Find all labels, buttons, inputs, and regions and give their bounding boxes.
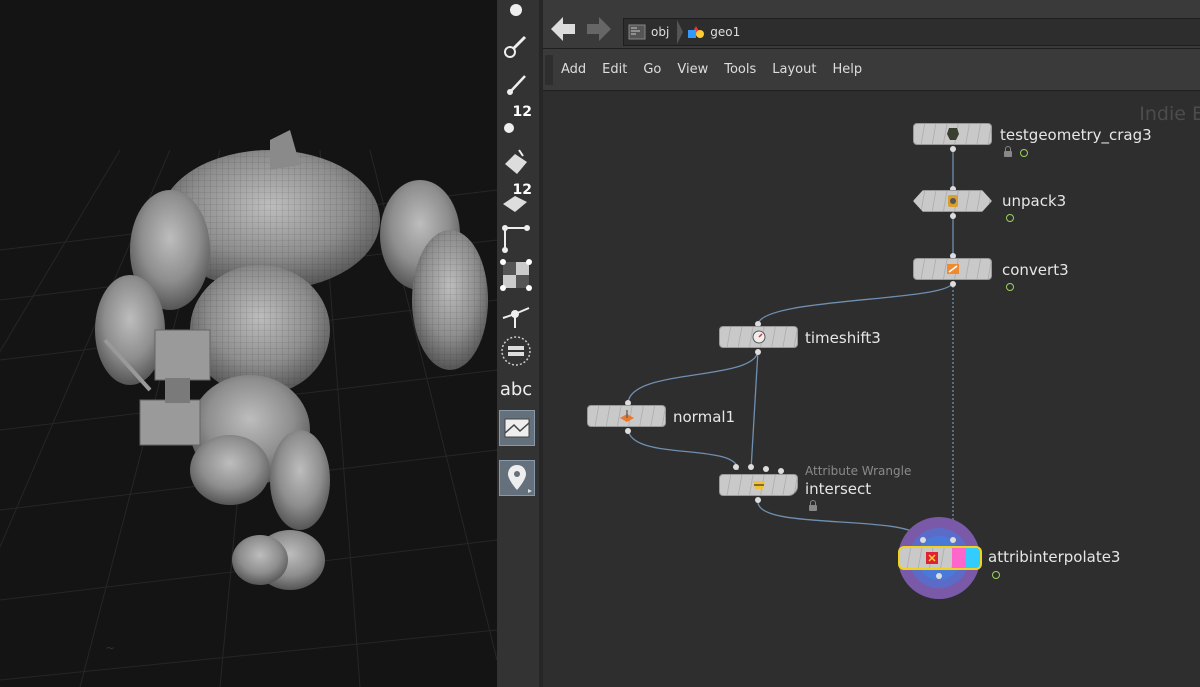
display-flag-icon[interactable] xyxy=(992,571,1000,579)
svg-text:~: ~ xyxy=(105,641,115,655)
unpack-icon xyxy=(947,195,958,207)
node-label[interactable]: normal1 xyxy=(673,408,735,426)
menu-collapse-handle[interactable] xyxy=(545,55,553,85)
lock-icon xyxy=(1004,146,1012,157)
menu-add[interactable]: Add xyxy=(561,62,586,77)
location-pin-icon[interactable] xyxy=(499,460,535,496)
point-number-badge: 12 xyxy=(512,104,532,120)
node-unpack3[interactable] xyxy=(913,190,992,212)
back-arrow-icon[interactable] xyxy=(549,14,577,44)
viewport-grid-and-model: ~ xyxy=(0,130,497,687)
node-output-port[interactable] xyxy=(755,349,761,355)
menu-layout[interactable]: Layout xyxy=(772,62,816,77)
obj-network-icon xyxy=(628,24,646,40)
forward-arrow-icon[interactable] xyxy=(585,14,613,44)
primitive-number-badge: 12 xyxy=(512,182,532,198)
node-output-port[interactable] xyxy=(755,497,761,503)
convert-icon xyxy=(946,264,959,274)
network-menu-bar: Add Edit Go View Tools Layout Help xyxy=(543,49,1200,91)
primitive-icon[interactable] xyxy=(499,144,533,178)
node-wires xyxy=(627,148,954,543)
display-flag-icon[interactable] xyxy=(1006,283,1014,291)
menu-edit[interactable]: Edit xyxy=(602,62,627,77)
node-type-label: Attribute Wrangle xyxy=(805,464,912,478)
node-label[interactable]: convert3 xyxy=(1002,261,1069,279)
crag-figure-icon xyxy=(946,128,959,140)
scene-viewport[interactable]: ~ xyxy=(0,0,497,687)
quad-circle-icon[interactable] xyxy=(499,334,533,368)
normal-node-icon xyxy=(619,410,634,422)
crag-model xyxy=(95,130,488,590)
wire-convert-timeshift xyxy=(757,281,954,326)
geo-icon xyxy=(687,24,705,40)
node-convert3[interactable] xyxy=(913,258,992,280)
crumb-obj[interactable]: obj xyxy=(624,20,677,44)
wire-normal-intersect xyxy=(627,427,739,471)
uv-checker-icon[interactable] xyxy=(499,258,533,292)
node-normal1[interactable] xyxy=(587,405,666,427)
node-label[interactable]: testgeometry_crag3 xyxy=(1000,126,1152,144)
wrangle-icon xyxy=(752,481,765,489)
node-input-port[interactable] xyxy=(733,464,739,470)
node-output-port[interactable] xyxy=(950,213,956,219)
menu-view[interactable]: View xyxy=(677,62,708,77)
node-label[interactable]: intersect xyxy=(805,480,871,498)
abc-text: abc xyxy=(499,378,533,400)
crumb-geo1-label: geo1 xyxy=(710,25,741,39)
node-timeshift3[interactable] xyxy=(719,326,798,348)
network-editor[interactable]: Indie E testgeometry_crag3 unpack3 conve… xyxy=(543,92,1200,687)
abc-text-tool[interactable]: abc xyxy=(499,372,533,406)
point-number-icon[interactable]: 12 xyxy=(499,104,533,138)
node-intersect[interactable] xyxy=(719,474,798,496)
point-normal-icon[interactable] xyxy=(499,296,533,330)
crumb-obj-label: obj xyxy=(651,25,670,39)
node-testgeometry-crag3[interactable] xyxy=(913,123,992,145)
clock-icon xyxy=(752,330,765,344)
brush-icon[interactable] xyxy=(499,30,533,64)
lock-icon xyxy=(809,500,817,511)
node-output-port[interactable] xyxy=(950,281,956,287)
node-label[interactable]: attribinterpolate3 xyxy=(988,548,1120,566)
node-attribinterpolate3[interactable] xyxy=(898,546,982,570)
display-options-toolbar: 12 12 abc xyxy=(497,0,540,687)
node-output-port[interactable] xyxy=(936,573,942,579)
path-bar: obj geo1 xyxy=(543,0,1200,49)
display-flag-icon[interactable] xyxy=(1006,214,1014,222)
node-label[interactable]: timeshift3 xyxy=(805,329,881,347)
primitive-number-icon[interactable]: 12 xyxy=(499,182,533,216)
node-input-port[interactable] xyxy=(748,464,754,470)
render-template-flags[interactable] xyxy=(952,548,980,568)
breadcrumb: obj geo1 xyxy=(623,18,1200,46)
crumb-geo1[interactable]: geo1 xyxy=(683,20,748,44)
menu-tools[interactable]: Tools xyxy=(724,62,756,77)
select-sphere-icon[interactable] xyxy=(499,0,533,34)
normal-icon[interactable] xyxy=(499,220,533,254)
pin-icon[interactable] xyxy=(499,68,533,102)
wire-timeshift-intersect xyxy=(750,349,759,471)
envelope-icon[interactable] xyxy=(499,410,535,446)
node-output-port[interactable] xyxy=(625,428,631,434)
node-label[interactable]: unpack3 xyxy=(1002,192,1066,210)
attribinterpolate-icon xyxy=(926,552,938,564)
node-input-port[interactable] xyxy=(920,537,926,543)
node-input-port[interactable] xyxy=(950,537,956,543)
menu-help[interactable]: Help xyxy=(832,62,862,77)
node-input-port[interactable] xyxy=(763,466,769,472)
wire-timeshift-normal xyxy=(627,349,759,405)
menu-go[interactable]: Go xyxy=(643,62,661,77)
node-output-port[interactable] xyxy=(950,146,956,152)
display-flag-icon[interactable] xyxy=(1020,149,1028,157)
